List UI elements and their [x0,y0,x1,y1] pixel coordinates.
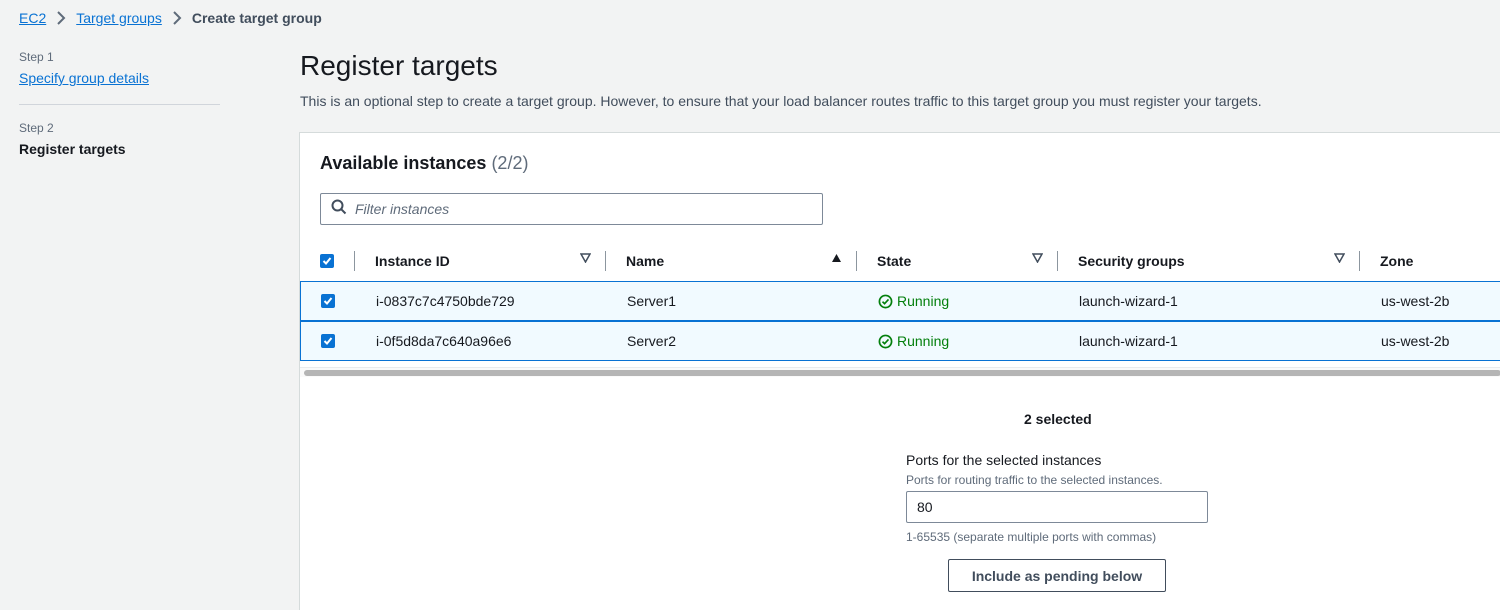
search-icon [331,199,347,220]
ports-input[interactable] [906,491,1208,523]
security-group: launch-wizard-1 [1079,293,1178,309]
row-checkbox-cell [321,282,341,320]
instance-name: Server2 [627,333,677,349]
column-divider [354,251,355,271]
state-text: Running [897,293,950,309]
breadcrumb-ec2-link[interactable]: EC2 [19,10,46,26]
row-checkbox[interactable] [321,334,335,348]
breadcrumb: EC2 Target groups Create target group [19,10,322,26]
chevron-right-icon [56,11,66,25]
filter-instances-input[interactable] [355,201,805,217]
step-2: Step 2 Register targets [19,121,220,157]
sort-down-icon[interactable] [1031,253,1044,266]
sort-up-icon[interactable] [831,253,842,266]
instance-state: Running [878,282,1058,320]
state-text: Running [897,333,950,349]
instance-id: i-0837c7c4750bde729 [376,293,515,309]
step-1-link[interactable]: Specify group details [19,70,220,86]
ports-description: Ports for routing traffic to the selecte… [906,473,1163,487]
step-divider [19,104,220,105]
selected-count: 2 selected [1024,411,1092,427]
zone: us-west-2b [1381,293,1450,309]
sort-down-icon[interactable] [579,253,592,266]
instances-table: Instance ID Name State Security groups Z… [300,241,1500,361]
select-all-cell [320,241,340,281]
page-title: Register targets [300,50,498,81]
table-row[interactable]: i-0837c7c4750bde729 Server1 Running laun… [300,281,1500,321]
ports-hint: 1-65535 (separate multiple ports with co… [906,530,1157,544]
status-running: Running [878,293,949,309]
step-2-label: Step 2 [19,121,54,135]
breadcrumb-current: Create target group [191,10,322,26]
include-as-pending-button[interactable]: Include as pending below [948,559,1166,592]
column-header-state[interactable]: State [877,241,1057,281]
column-header-zone[interactable]: Zone [1380,241,1500,281]
filter-box [320,193,823,225]
chevron-right-icon [172,11,182,25]
row-checkbox[interactable] [321,294,335,308]
check-circle-icon [878,294,893,308]
status-running: Running [878,333,949,349]
instance-state: Running [878,322,1058,360]
column-divider [1057,251,1058,271]
table-header: Instance ID Name State Security groups Z… [300,241,1500,281]
step-2-current: Register targets [19,141,126,157]
column-header-name[interactable]: Name [626,241,856,281]
column-divider [605,251,606,271]
instance-name: Server1 [627,293,677,309]
column-header-instance-id[interactable]: Instance ID [375,241,605,281]
panel-title-count: (2/2) [491,153,529,173]
scrollbar-thumb[interactable] [304,370,1500,376]
check-circle-icon [878,334,893,348]
column-divider [1359,251,1360,271]
panel-title-text: Available instances [320,153,487,173]
table-row[interactable]: i-0f5d8da7c640a96e6 Server2 Running laun… [300,321,1500,361]
select-all-checkbox[interactable] [320,254,334,268]
column-header-security-groups[interactable]: Security groups [1078,241,1358,281]
row-checkbox-cell [321,322,341,360]
available-instances-panel: Available instances (2/2) Instance ID Na… [299,132,1500,610]
horizontal-scrollbar[interactable] [300,367,1500,377]
zone: us-west-2b [1381,333,1450,349]
breadcrumb-target-groups-link[interactable]: Target groups [76,10,162,26]
sort-down-icon[interactable] [1333,253,1346,266]
instance-id: i-0f5d8da7c640a96e6 [376,333,512,349]
step-1-label: Step 1 [19,50,54,64]
column-divider [856,251,857,271]
wizard-steps: Step 1 Specify group details Step 2 Regi… [19,50,220,157]
page-description: This is an optional step to create a tar… [300,93,1262,109]
step-1: Step 1 Specify group details [19,50,220,86]
ports-label: Ports for the selected instances [906,452,1102,468]
security-group: launch-wizard-1 [1079,333,1178,349]
panel-title: Available instances (2/2) [320,153,528,174]
